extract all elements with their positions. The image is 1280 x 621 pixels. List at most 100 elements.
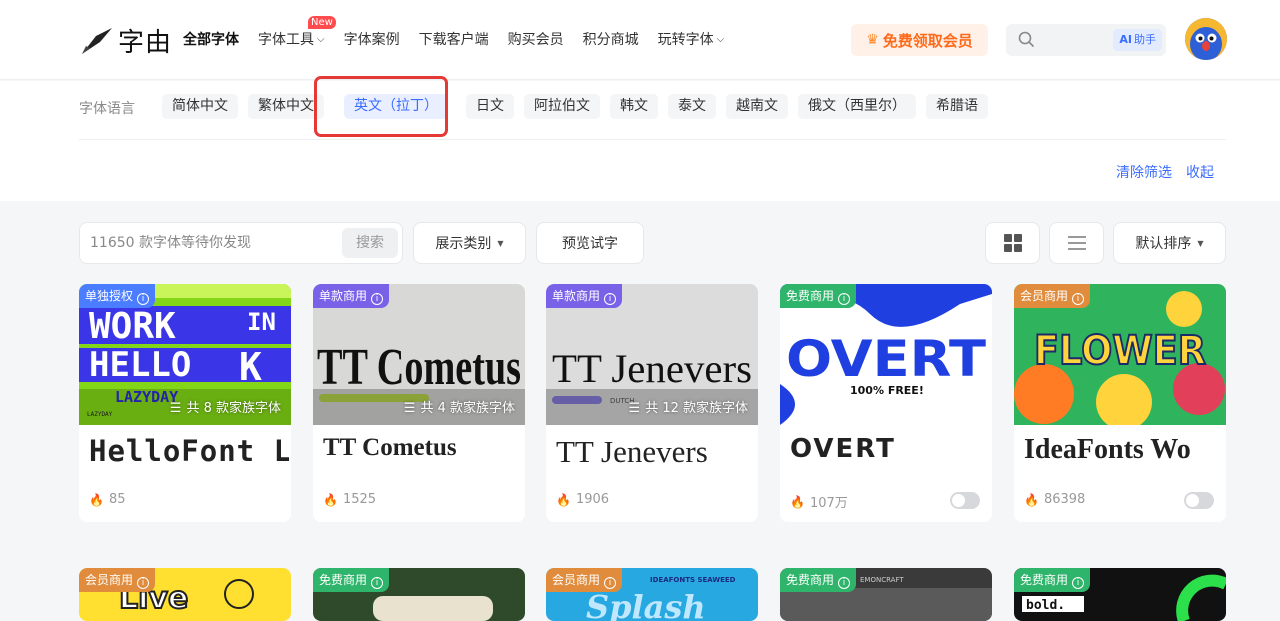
font-preview-title: TT Jenevers bbox=[556, 434, 708, 469]
family-count[interactable]: ☰ 共 8 款家族字体 bbox=[170, 397, 281, 416]
lang-chip-vietnamese[interactable]: 越南文 bbox=[726, 94, 788, 119]
font-card[interactable]: EMONCRAFT 免费商用 i bbox=[780, 568, 992, 621]
popularity-count: 🔥 85 bbox=[89, 492, 126, 507]
thumb-text: TT Cometus bbox=[317, 339, 521, 396]
nav-font-cases[interactable]: 字体案例 bbox=[344, 29, 400, 49]
nav-font-tools[interactable]: 字体工具 ⌵ New bbox=[258, 16, 336, 49]
chevron-down-icon: ⌵ bbox=[716, 33, 725, 45]
license-tag: 免费商用 i bbox=[1014, 568, 1091, 592]
nav-play-fonts[interactable]: 玩转字体 ⌵ bbox=[658, 29, 725, 49]
thumb-text: WORK bbox=[89, 306, 176, 347]
preview-text-button[interactable]: 预览试字 bbox=[536, 222, 644, 264]
lang-chip-greek[interactable]: 希腊语 bbox=[926, 94, 988, 119]
thumb-text: Splash bbox=[586, 588, 706, 621]
lang-chip-korean[interactable]: 韩文 bbox=[610, 94, 658, 119]
lang-chip-japanese[interactable]: 日文 bbox=[466, 94, 514, 119]
lang-chip-arabic[interactable]: 阿拉伯文 bbox=[524, 94, 600, 119]
language-chips: 简体中文 繁体中文 英文（拉丁） 日文 阿拉伯文 韩文 泰文 越南文 俄文（西里… bbox=[162, 94, 998, 119]
font-search-input[interactable] bbox=[90, 232, 340, 254]
font-preview-title: HelloFont L bbox=[89, 434, 289, 468]
filter-panel: 字体语言 简体中文 繁体中文 英文（拉丁） 日文 阿拉伯文 韩文 泰文 越南文 … bbox=[0, 76, 1280, 201]
info-icon[interactable]: i bbox=[1072, 293, 1085, 305]
preview-toggle[interactable] bbox=[950, 492, 980, 509]
nav-all-fonts[interactable]: 全部字体 bbox=[183, 29, 239, 49]
font-preview-title: IdeaFonts Wo bbox=[1024, 434, 1191, 465]
thumb-text: EMONCRAFT bbox=[860, 576, 904, 584]
font-card[interactable]: bold. 免费商用 i bbox=[1014, 568, 1226, 621]
info-icon[interactable]: i bbox=[604, 293, 617, 305]
font-card[interactable]: TT Jenevers DUTCH 单款商用 i ☰ 共 12 款家族字体 TT J… bbox=[546, 284, 758, 522]
font-card[interactable]: TT Cometus 单款商用 i ☰ 共 4 款家族字体 TT Cometus 🔥… bbox=[313, 284, 525, 522]
clear-filter-link[interactable]: 清除筛选 bbox=[1116, 162, 1172, 182]
font-card[interactable]: 免费商用 i bbox=[313, 568, 525, 621]
grid-view-button[interactable] bbox=[985, 222, 1040, 264]
lang-chip-simplified-chinese[interactable]: 简体中文 bbox=[162, 94, 238, 119]
info-icon[interactable]: i bbox=[137, 577, 150, 589]
license-tag: 单独授权 i bbox=[79, 284, 156, 308]
preview-toggle[interactable] bbox=[1184, 492, 1214, 509]
info-icon[interactable]: i bbox=[604, 577, 617, 589]
font-card[interactable]: WORK IN HELLO K LAZYDAY LAZYDAY 单独授权 i ☰ 共… bbox=[79, 284, 291, 522]
collapse-link[interactable]: 收起 bbox=[1186, 162, 1214, 182]
popularity-count: 🔥 1906 bbox=[556, 492, 610, 507]
info-icon[interactable]: i bbox=[838, 293, 851, 305]
lang-chip-english-latin[interactable]: 英文（拉丁） bbox=[344, 94, 448, 119]
license-tag: 免费商用 i bbox=[780, 568, 857, 592]
brush-logo-icon bbox=[82, 27, 112, 54]
grid-view-icon bbox=[1003, 234, 1022, 252]
filter-actions: 清除筛选 收起 bbox=[1102, 162, 1214, 182]
flame-icon: 🔥 bbox=[1024, 492, 1039, 507]
caret-down-icon: ▼ bbox=[1197, 238, 1204, 248]
caret-down-icon: ▼ bbox=[497, 238, 504, 248]
license-tag: 会员商用 i bbox=[79, 568, 156, 592]
thumb-text: OVERT bbox=[786, 330, 986, 388]
license-tag: 会员商用 i bbox=[1014, 284, 1091, 308]
top-header: 字由 全部字体 字体工具 ⌵ New 字体案例 下载客户端 购买会员 积分商城 … bbox=[0, 0, 1280, 80]
sort-dropdown[interactable]: 默认排序 ▼ bbox=[1113, 222, 1226, 264]
info-icon[interactable]: i bbox=[371, 293, 384, 305]
info-icon[interactable]: i bbox=[137, 293, 150, 305]
filter-divider bbox=[79, 139, 1226, 140]
nav-download-client[interactable]: 下载客户端 bbox=[419, 29, 489, 49]
search-button[interactable]: 搜索 bbox=[342, 228, 398, 258]
font-card[interactable]: FLOWER 会员商用 i IdeaFonts Wo 🔥 86398 bbox=[1014, 284, 1226, 522]
free-vip-button[interactable]: ♛ 免费领取会员 bbox=[851, 24, 988, 56]
license-tag: 单款商用 i bbox=[546, 284, 623, 308]
avatar-bird-icon bbox=[1185, 18, 1227, 60]
lang-chip-cyrillic[interactable]: 俄文（西里尔） bbox=[798, 94, 916, 119]
thumb-text: K bbox=[239, 345, 262, 389]
font-card[interactable]: OVERT 100% FREE! 免费商用 i OVERT 🔥 107万 bbox=[780, 284, 992, 522]
flame-icon: 🔥 bbox=[89, 492, 104, 507]
nav-points-mall[interactable]: 积分商城 bbox=[583, 29, 639, 49]
display-type-dropdown[interactable]: 展示类别 ▼ bbox=[413, 222, 526, 264]
font-search-box: 搜索 bbox=[79, 222, 403, 264]
info-icon[interactable]: i bbox=[371, 577, 384, 589]
flame-icon: 🔥 bbox=[323, 492, 338, 507]
family-count[interactable]: ☰ 共 4 款家族字体 bbox=[404, 397, 515, 416]
chevron-down-icon: ⌵ bbox=[317, 33, 325, 45]
logo[interactable]: 字由 bbox=[80, 22, 172, 59]
header-search[interactable]: AI 助手 bbox=[1006, 24, 1166, 56]
info-icon[interactable]: i bbox=[838, 577, 851, 589]
lang-chip-traditional-chinese[interactable]: 繁体中文 bbox=[248, 94, 324, 119]
list-view-button[interactable] bbox=[1049, 222, 1104, 264]
main-nav: 全部字体 字体工具 ⌵ New 字体案例 下载客户端 购买会员 积分商城 玩转字… bbox=[183, 16, 743, 49]
thumb-text: bold. bbox=[1026, 598, 1065, 613]
license-tag: 单款商用 i bbox=[313, 284, 390, 308]
font-card[interactable]: IDEAFONTS SEAWEED Splash 会员商用 i bbox=[546, 568, 758, 621]
font-preview-title: TT Cometus bbox=[323, 434, 457, 461]
user-avatar[interactable] bbox=[1185, 18, 1227, 60]
thumb-text: IN bbox=[247, 308, 276, 336]
family-count[interactable]: ☰ 共 12 款家族字体 bbox=[629, 397, 748, 416]
ai-assistant-button[interactable]: AI 助手 bbox=[1113, 29, 1162, 51]
lang-chip-thai[interactable]: 泰文 bbox=[668, 94, 716, 119]
thumb-text: HELLO bbox=[89, 345, 191, 385]
nav-buy-membership[interactable]: 购买会员 bbox=[508, 29, 564, 49]
info-icon[interactable]: i bbox=[1072, 577, 1085, 589]
font-preview-title: OVERT bbox=[790, 434, 896, 464]
font-card[interactable]: Live 会员商用 i bbox=[79, 568, 291, 621]
layers-icon: ☰ bbox=[403, 401, 416, 416]
license-tag: 免费商用 i bbox=[313, 568, 390, 592]
flame-icon: 🔥 bbox=[790, 494, 805, 509]
popularity-count: 🔥 107万 bbox=[790, 494, 848, 512]
